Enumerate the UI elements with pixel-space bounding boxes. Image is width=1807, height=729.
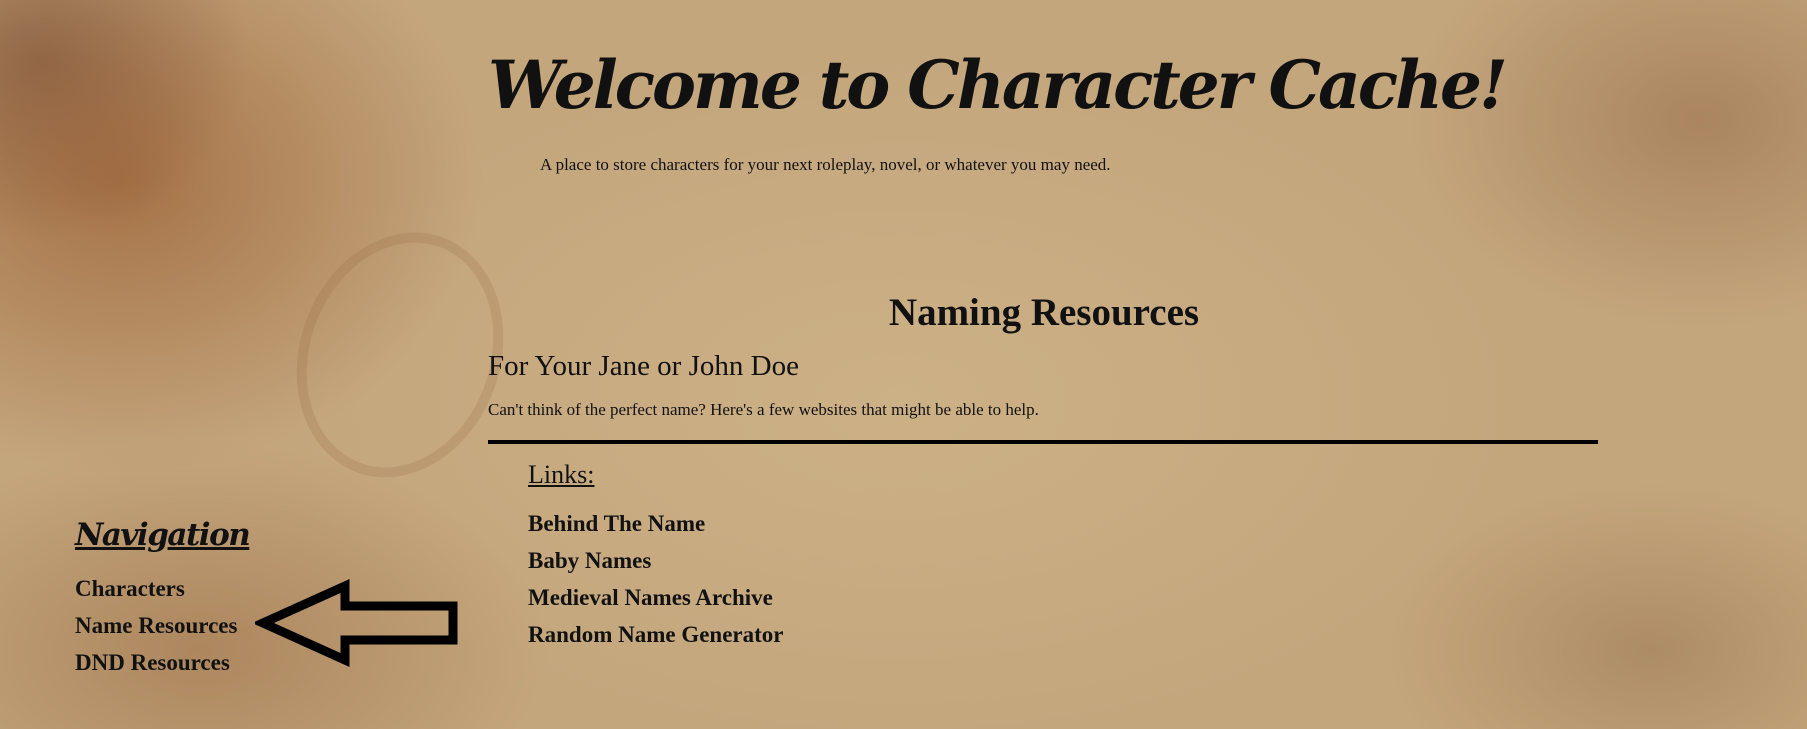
- list-item: Random Name Generator: [528, 616, 784, 653]
- link-random-name-generator[interactable]: Random Name Generator: [528, 622, 784, 647]
- site-title: Welcome to Character Cache!: [488, 46, 1508, 124]
- section-heading: Naming Resources: [888, 291, 1200, 334]
- links-list: Behind The Name Baby Names Medieval Name…: [528, 505, 784, 653]
- section-divider: [488, 440, 1598, 444]
- navigation-title: Navigation: [75, 517, 251, 553]
- link-baby-names[interactable]: Baby Names: [528, 548, 651, 573]
- nav-item-name-resources[interactable]: Name Resources: [75, 613, 237, 638]
- site-tagline: A place to store characters for your nex…: [540, 155, 1111, 174]
- list-item: Baby Names: [528, 542, 784, 579]
- nav-item-characters[interactable]: Characters: [75, 576, 185, 601]
- nav-item-dnd-resources[interactable]: DND Resources: [75, 650, 230, 675]
- link-medieval-names-archive[interactable]: Medieval Names Archive: [528, 585, 773, 610]
- section-description: Can't think of the perfect name? Here's …: [488, 400, 1039, 419]
- list-item: Medieval Names Archive: [528, 579, 784, 616]
- section-subheading: For Your Jane or John Doe: [488, 350, 799, 382]
- list-item: Behind The Name: [528, 505, 784, 542]
- link-behind-the-name[interactable]: Behind The Name: [528, 511, 705, 536]
- left-arrow-icon: [255, 579, 458, 667]
- links-heading: Links:: [528, 460, 595, 489]
